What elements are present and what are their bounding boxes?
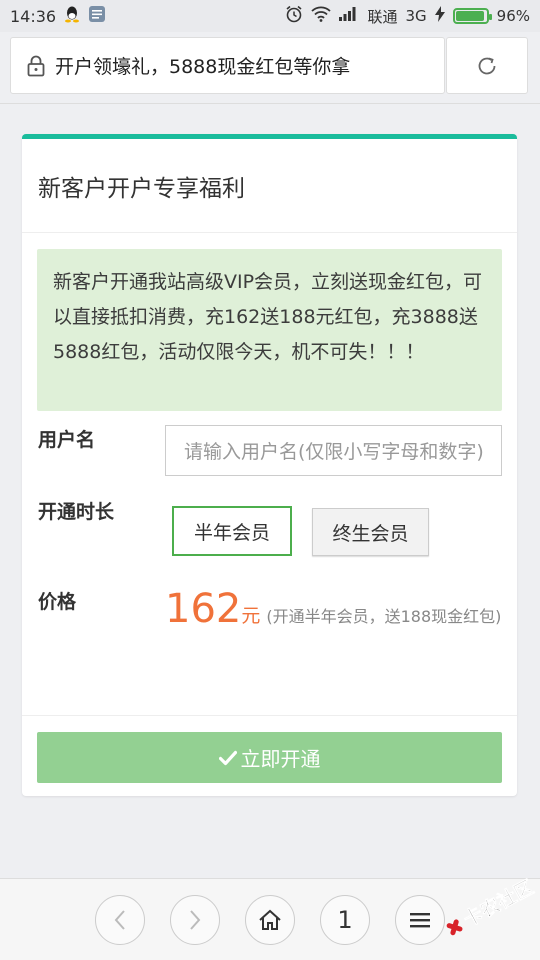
status-bar: 14:36 联通 3G 96%: [0, 0, 540, 32]
home-button[interactable]: [245, 895, 295, 945]
tabs-button[interactable]: 1: [320, 895, 370, 945]
divider: [22, 715, 517, 716]
signal-icon: [339, 7, 359, 25]
price-note: (开通半年会员，送188现金红包): [266, 607, 502, 626]
signup-card: 新客户开户专享福利 新客户开通我站高级VIP会员，立刻送现金红包，可以直接抵扣消…: [22, 134, 517, 796]
duration-label: 开通时长: [38, 501, 115, 523]
battery-icon: [452, 8, 492, 24]
card-title: 新客户开户专享福利: [22, 139, 517, 233]
watermark-x-icon: [446, 919, 463, 936]
watermark-text: 卡农社区: [460, 875, 538, 931]
refresh-icon: [478, 57, 496, 74]
check-icon: [218, 750, 237, 765]
wifi-icon: [311, 6, 332, 26]
option-lifetime-button[interactable]: 终生会员: [312, 508, 429, 556]
option-half-year-button[interactable]: 半年会员: [172, 506, 292, 556]
price-value: 162: [165, 586, 242, 632]
battery-level-fill: [455, 11, 485, 21]
price-block: 162元 (开通半年会员，送188现金红包): [165, 589, 505, 635]
refresh-button[interactable]: [446, 37, 528, 94]
chevron-right-icon: [190, 910, 201, 930]
price-label: 价格: [38, 591, 77, 613]
price-unit: 元: [241, 605, 261, 627]
tab-count: 1: [337, 906, 353, 934]
carrier-name: 联通: [367, 7, 398, 26]
username-label: 用户名: [38, 429, 96, 451]
promo-notice: 新客户开通我站高级VIP会员，立刻送现金红包，可以直接抵扣消费，充162送188…: [37, 249, 502, 411]
charging-icon: [434, 6, 445, 26]
submit-button[interactable]: 立即开通: [37, 732, 502, 783]
watermark-logo: 卡农社区: [436, 865, 540, 945]
forward-button[interactable]: [170, 895, 220, 945]
battery-percent: 96%: [496, 7, 530, 25]
lock-icon: [27, 55, 45, 76]
status-time: 14:36: [10, 6, 57, 26]
page-title-text: 开户领壕礼，5888现金红包等你拿: [55, 56, 351, 78]
browser-toolbar: 开户领壕礼，5888现金红包等你拿: [0, 32, 540, 104]
hamburger-menu-icon: [410, 913, 430, 928]
username-input[interactable]: 请输入用户名(仅限小写字母和数字): [165, 425, 502, 476]
submit-label: 立即开通: [240, 747, 321, 771]
notification-app-icon: [88, 5, 106, 27]
home-icon: [259, 909, 281, 930]
address-bar[interactable]: 开户领壕礼，5888现金红包等你拿: [10, 37, 445, 94]
qq-icon: [64, 5, 80, 27]
network-type: 3G: [405, 7, 427, 25]
back-button[interactable]: [95, 895, 145, 945]
alarm-icon: [285, 5, 303, 27]
chevron-left-icon: [114, 910, 125, 930]
